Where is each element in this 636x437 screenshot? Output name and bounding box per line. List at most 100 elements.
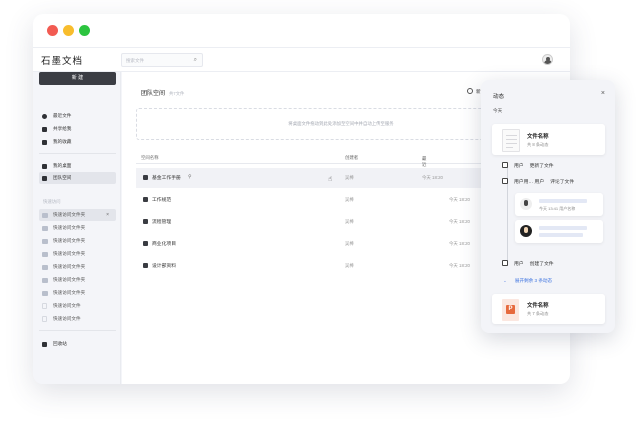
row-name: 流程管理 (152, 220, 172, 225)
event-user[interactable]: 用户 (514, 262, 524, 267)
chevron-down-icon: ⌄ (503, 278, 507, 283)
avatar (520, 198, 532, 210)
row-name: 工作规范 (152, 198, 172, 203)
sidebar-item-favorites[interactable]: 我的收藏 (39, 136, 116, 148)
sidebar-item-label: 回收站 (53, 341, 67, 346)
row-time: 今天 18:20 (449, 263, 470, 268)
trash-icon (42, 341, 47, 347)
file-card[interactable]: P 文件名称 共 7 条动态 (492, 294, 605, 324)
file-icon (42, 316, 47, 322)
maximize-window-button[interactable] (79, 25, 90, 36)
space-icon (143, 263, 148, 268)
row-owner: 吴棒 (345, 241, 354, 246)
sidebar-item-recent[interactable]: 最近文件 (39, 110, 116, 122)
activity-event: 用户 更新了文件 (502, 162, 554, 169)
sidebar-divider (39, 330, 116, 331)
quick-access-label: 快速访问文件夹 (53, 277, 86, 282)
user-avatar[interactable] (542, 54, 553, 65)
file-card[interactable]: 文件名称 共 8 条动态 (492, 124, 605, 155)
quick-access-label: 快速访问文件夹 (53, 290, 86, 295)
hand-cursor-icon: ☝ (328, 176, 333, 183)
folder-icon (42, 225, 48, 231)
folder-icon (42, 264, 48, 270)
clock-icon (42, 113, 47, 119)
folder-icon (42, 251, 48, 257)
link-icon: ⚲ (188, 174, 192, 180)
event-action: 更新了文件 (529, 164, 554, 169)
sidebar-item-shared[interactable]: 共享给我 (39, 123, 116, 135)
sidebar-item-label: 共享给我 (53, 126, 72, 131)
quick-access-folder[interactable]: 快速访问文件夹 (39, 261, 116, 273)
row-owner: 吴棒 (345, 197, 354, 202)
sidebar-item-trash[interactable]: 回收站 (39, 338, 116, 350)
quick-access-folder[interactable]: 快速访问文件夹 (39, 287, 116, 299)
comment-icon (502, 178, 508, 184)
activity-event: 用户 创建了文件 (502, 260, 554, 267)
comment-placeholder (539, 199, 587, 203)
quick-access-folder[interactable]: 快速访问文件夹 (39, 235, 116, 247)
people-icon (42, 126, 47, 132)
expand-more-link[interactable]: ⌄ 展开剩余 3 条动态 (503, 278, 552, 284)
row-time: 今天 18:20 (449, 219, 470, 224)
quick-access-label: 快速访问文件夹 (53, 225, 86, 230)
folder-icon (42, 238, 48, 244)
quick-access-label: 快速访问文件夹 (53, 264, 86, 269)
close-icon[interactable]: × (601, 90, 605, 97)
create-file-icon (502, 260, 508, 266)
quick-access-label: 快速访问文件夹 (53, 238, 86, 243)
app-logo: 石墨文档 (41, 57, 84, 67)
column-header-name[interactable]: 空间名称 (141, 155, 159, 161)
activity-count: 共 8 条动态 (527, 142, 549, 147)
quick-access-folder[interactable]: 快速访问文件夹 (39, 248, 116, 260)
comment-card[interactable]: 今天 13:41 用户名称 (515, 193, 603, 216)
file-icon (42, 303, 47, 309)
row-name: 基金工作手册 (152, 176, 181, 181)
quick-access-file[interactable]: 快速访问文件 (39, 313, 116, 325)
search-placeholder: 搜索文件 (126, 58, 144, 63)
new-button[interactable]: 新 建 (39, 72, 116, 85)
team-space-icon (42, 175, 47, 181)
document-icon (502, 129, 520, 152)
remove-icon[interactable]: × (106, 209, 109, 221)
row-time: 今天 18:20 (449, 197, 470, 202)
search-input[interactable]: 搜索文件 ⌕ (121, 53, 203, 67)
quick-access-heading: 快速访问 (43, 199, 61, 204)
quick-access-folder[interactable]: 快速访问文件夹 × (39, 209, 116, 221)
sidebar-item-label: 我的桌面 (53, 163, 72, 168)
event-user[interactable]: 用户 (514, 164, 524, 169)
event-user[interactable]: 用户用… 用户 (514, 180, 544, 185)
space-icon (143, 219, 148, 224)
chevron-down-icon: ⌄ (422, 156, 426, 161)
sidebar-item-team-space[interactable]: 团队空间 (39, 172, 116, 184)
page-title-text: 团队空间 (141, 91, 166, 97)
sidebar-divider (39, 153, 116, 154)
panel-title: 动态 (493, 94, 505, 100)
sidebar-item-desktop[interactable]: 我的桌面 (39, 160, 116, 172)
file-name: 文件名称 (527, 303, 549, 309)
quick-access-folder[interactable]: 快速访问文件夹 (39, 274, 116, 286)
row-time: 今天 18:20 (449, 241, 470, 246)
row-owner: 吴棒 (345, 219, 354, 224)
activity-count: 共 7 条动态 (527, 311, 549, 316)
folder-icon (42, 212, 48, 218)
activity-event: 用户用… 用户 评论了文件 (502, 178, 574, 185)
quick-access-label: 快速访问文件 (53, 316, 81, 321)
column-header-owner[interactable]: 创建者 (345, 155, 358, 161)
title-bar (33, 14, 570, 47)
search-icon: ⌕ (193, 57, 197, 63)
sidebar: 新 建 最近文件 共享给我 我的收藏 我的桌面 团队空间 快速访问 快速访问文件… (33, 72, 121, 384)
app-header: 石墨文档 搜索文件 ⌕ (33, 47, 570, 72)
comment-card[interactable] (515, 220, 603, 243)
quick-access-label: 快速访问文件 (53, 303, 81, 308)
row-owner: 吴棒 (345, 263, 354, 268)
event-action: 评论了文件 (550, 180, 575, 185)
sidebar-item-label: 团队空间 (53, 175, 72, 180)
minimize-window-button[interactable] (63, 25, 74, 36)
space-icon (143, 197, 148, 202)
quick-access-folder[interactable]: 快速访问文件夹 (39, 222, 116, 234)
row-time: 今天 18:20 (422, 175, 443, 180)
star-icon (42, 139, 47, 145)
quick-access-file[interactable]: 快速访问文件 (39, 300, 116, 312)
close-window-button[interactable] (47, 25, 58, 36)
row-name: 商业化项目 (152, 242, 176, 247)
